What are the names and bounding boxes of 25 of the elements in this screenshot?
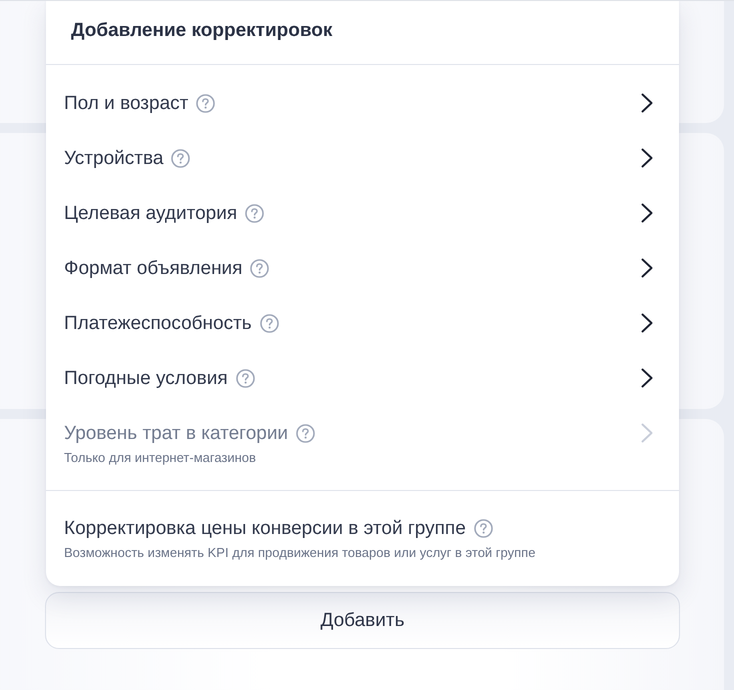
chevron-right-icon (641, 258, 653, 278)
menu-item[interactable]: Погодные условия (46, 351, 679, 406)
help-icon[interactable] (245, 204, 264, 223)
help-icon[interactable] (250, 259, 270, 278)
menu-item[interactable]: Устройства (46, 131, 679, 186)
help-icon[interactable] (236, 369, 255, 388)
add-button[interactable]: Добавить (45, 592, 680, 649)
chevron-right-icon (641, 313, 653, 333)
menu-item[interactable]: Корректировка цены конверсии в этой группе Возможность изменять KPI для продвижения товаров или услуг в этой группе (46, 491, 679, 584)
chevron-right-icon (641, 203, 653, 223)
chevron-right-icon (641, 93, 653, 113)
chevron-right-icon (641, 148, 653, 168)
menu-item[interactable]: Формат объявления (46, 241, 679, 296)
menu-item[interactable]: Целевая аудитория (46, 186, 679, 241)
hint-text: Только для интернет-магазинов (64, 449, 257, 467)
help-icon[interactable] (474, 519, 493, 538)
help-icon[interactable] (171, 149, 190, 168)
chevron-right-icon (641, 368, 653, 388)
hint-text: Возможность изменять KPI для продвижения товаров или услуг в этой группе (64, 544, 536, 562)
menu-item[interactable]: Платежеспособность (46, 296, 679, 351)
help-icon[interactable] (260, 314, 279, 333)
chevron-right-icon (641, 423, 653, 443)
menu-item[interactable]: Пол и возраст (46, 76, 679, 131)
dialog-title: Добавление корректировок (71, 20, 332, 42)
help-icon[interactable] (196, 94, 216, 113)
